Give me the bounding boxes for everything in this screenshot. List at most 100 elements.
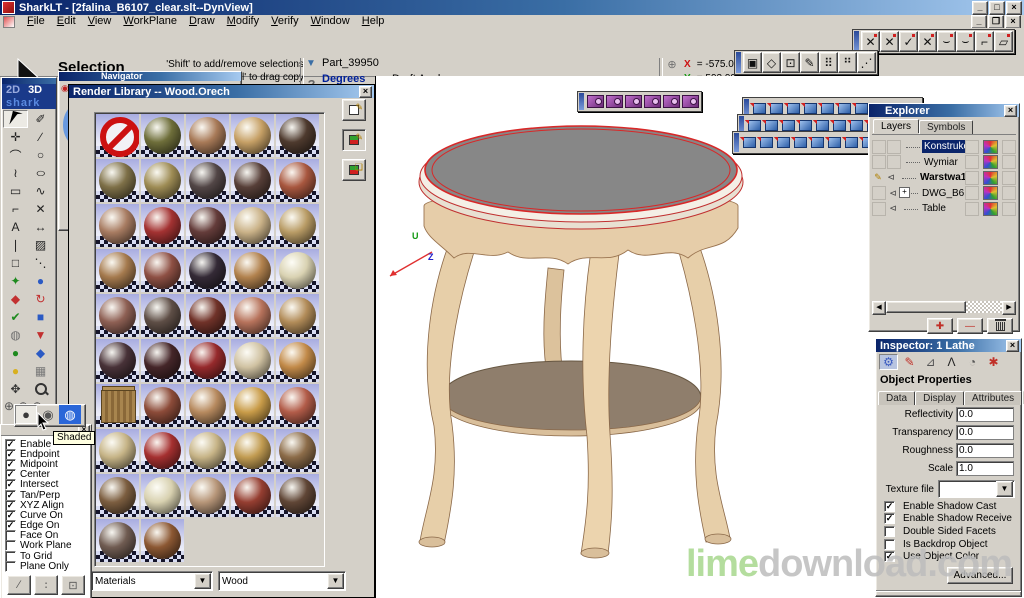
inspector-close-button[interactable]: × <box>1006 340 1019 352</box>
material-swatch[interactable] <box>186 474 229 517</box>
revolve-tool[interactable]: ↻ <box>28 290 53 308</box>
expand-arrow-icon[interactable]: ▼ <box>304 58 318 69</box>
add-layer-button[interactable]: ✚ <box>927 318 953 334</box>
snap-item-endpoint[interactable]: ✓Endpoint <box>5 449 91 459</box>
snap-item-tan-perp[interactable]: ✓Tan/Perp <box>5 490 91 500</box>
layer-cell[interactable] <box>887 140 901 154</box>
mdi-control-button[interactable]: _ <box>971 15 987 29</box>
window-control-button[interactable]: × <box>1006 1 1022 15</box>
material-swatch[interactable] <box>276 294 319 337</box>
library-folder-dropdown[interactable]: Wood ▼ <box>218 571 346 591</box>
render-library-close-button[interactable]: × <box>359 86 372 98</box>
surface-tool[interactable]: ◆ <box>3 290 28 308</box>
checkbox-checked[interactable]: ✓ <box>884 513 895 524</box>
layer-name[interactable]: Warstwa1 <box>918 171 965 184</box>
layer-row[interactable]: Wymiar <box>872 155 1016 171</box>
material-swatch[interactable] <box>276 249 319 292</box>
material-swatch[interactable] <box>141 204 184 247</box>
trim-tool-icon[interactable]: ⌣ <box>956 31 975 52</box>
solid-tool-icon[interactable] <box>843 133 860 152</box>
snap-option-button[interactable]: ⊡ <box>61 575 85 595</box>
snap-item-center[interactable]: ✓Center <box>5 470 91 480</box>
snap-item-curve-on[interactable]: ✓Curve On <box>5 510 91 520</box>
material-swatch[interactable] <box>141 114 184 157</box>
trim-tool[interactable]: ✕ <box>28 200 53 218</box>
checkbox-checked[interactable]: ✓ <box>884 501 895 512</box>
layer-color-icon[interactable] <box>983 202 998 216</box>
check-double-sided-facets[interactable]: Double Sided Facets <box>876 525 1021 538</box>
draw-tool-icon[interactable]: ⊡ <box>781 52 800 73</box>
properties-gear-icon[interactable]: ⚙ <box>879 354 898 370</box>
toolbar-grip[interactable] <box>854 31 859 52</box>
menu-item-window[interactable]: Window <box>305 15 356 28</box>
ellipse-tool[interactable]: ○ <box>28 164 53 182</box>
layer-cell[interactable] <box>965 171 979 185</box>
snap-item-work-plane[interactable]: Work Plane <box>5 541 91 551</box>
layer-color-icon[interactable] <box>983 155 998 169</box>
mdi-control-button[interactable]: ❐ <box>988 15 1004 29</box>
pencil-icon[interactable]: ✎ <box>872 172 884 183</box>
material-swatch[interactable] <box>276 339 319 382</box>
expand-icon[interactable]: + <box>899 187 910 198</box>
spline-tool[interactable]: ∿ <box>28 182 53 200</box>
transparency-input[interactable] <box>957 426 1013 439</box>
snap-item-xyz-align[interactable]: ✓XYZ Align <box>5 500 91 510</box>
material-swatch[interactable] <box>231 384 274 427</box>
snap-option-button[interactable]: ∶ <box>34 575 58 595</box>
texture-file-dropdown[interactable]: ▼ <box>938 480 1015 498</box>
chevron-down-icon[interactable]: ▼ <box>996 481 1013 497</box>
menu-item-file[interactable]: File <box>21 15 51 28</box>
trim-tool-icon[interactable]: ✓ <box>899 31 918 52</box>
menu-item-modify[interactable]: Modify <box>221 15 265 28</box>
select-tool[interactable] <box>3 110 28 128</box>
filter-arrow-icon[interactable]: ⊲ <box>887 203 899 214</box>
solid-tool-icon[interactable] <box>741 133 758 152</box>
solid-tool-icon[interactable] <box>792 133 809 152</box>
copy-material-button[interactable]: ❏ <box>342 159 366 181</box>
shell-tool[interactable]: ◍ <box>3 326 28 344</box>
surface-icon[interactable]: ⊿ <box>921 354 940 370</box>
draw-tool-icon[interactable]: ◇ <box>762 52 781 73</box>
material-swatch[interactable] <box>141 384 184 427</box>
tab-layers[interactable]: Layers <box>873 119 919 133</box>
camera-tool-icon[interactable] <box>606 95 623 108</box>
snap-item-midpoint[interactable]: ✓Midpoint <box>5 459 91 469</box>
remove-layer-button[interactable]: — <box>957 318 983 334</box>
centerline-tool[interactable]: ❘ <box>3 236 28 254</box>
layer-name[interactable]: Table <box>920 202 965 215</box>
material-swatch[interactable] <box>96 249 139 292</box>
snap-option-button[interactable]: ∕ <box>7 575 31 595</box>
menu-item-edit[interactable]: Edit <box>51 15 82 28</box>
hidden-line-mode[interactable]: ◍ <box>59 405 81 424</box>
menu-item-view[interactable]: View <box>82 15 118 28</box>
blend-tool[interactable]: ● <box>3 344 28 362</box>
material-swatch[interactable] <box>96 294 139 337</box>
layer-cell[interactable] <box>1002 155 1016 169</box>
library-category-dropdown[interactable]: Materials ▼ <box>91 571 213 591</box>
material-swatch[interactable] <box>231 159 274 202</box>
checkbox[interactable] <box>5 561 16 572</box>
toolbar-grip[interactable] <box>734 133 739 152</box>
trim-tool-icon[interactable]: ⌣ <box>937 31 956 52</box>
explorer-close-button[interactable]: × <box>1004 105 1017 117</box>
arc-tool[interactable]: ⌒ <box>3 146 28 164</box>
material-swatch[interactable] <box>141 474 184 517</box>
layer-row[interactable]: ✎⊲Warstwa1 <box>872 170 1016 186</box>
layer-color-icon[interactable] <box>983 186 998 200</box>
draw-tool-icon[interactable]: ⠛ <box>838 52 857 73</box>
material-swatch[interactable] <box>231 339 274 382</box>
layer-cell[interactable] <box>1002 171 1016 185</box>
tab-symbols[interactable]: Symbols <box>919 120 973 134</box>
checkbox[interactable] <box>884 526 895 537</box>
select-box-tool[interactable]: □ <box>3 254 28 272</box>
material-swatch[interactable] <box>96 339 139 382</box>
material-swatch[interactable] <box>231 474 274 517</box>
material-swatch[interactable] <box>186 339 229 382</box>
layer-cell[interactable] <box>965 155 979 169</box>
material-swatch[interactable] <box>96 384 139 427</box>
tab-data[interactable]: Data <box>878 391 915 405</box>
toolbar-grip[interactable] <box>736 52 741 73</box>
tab-3d[interactable]: 3D <box>28 84 42 97</box>
layer-cell[interactable] <box>872 186 886 200</box>
layer-name[interactable]: Wymiar <box>922 156 965 169</box>
